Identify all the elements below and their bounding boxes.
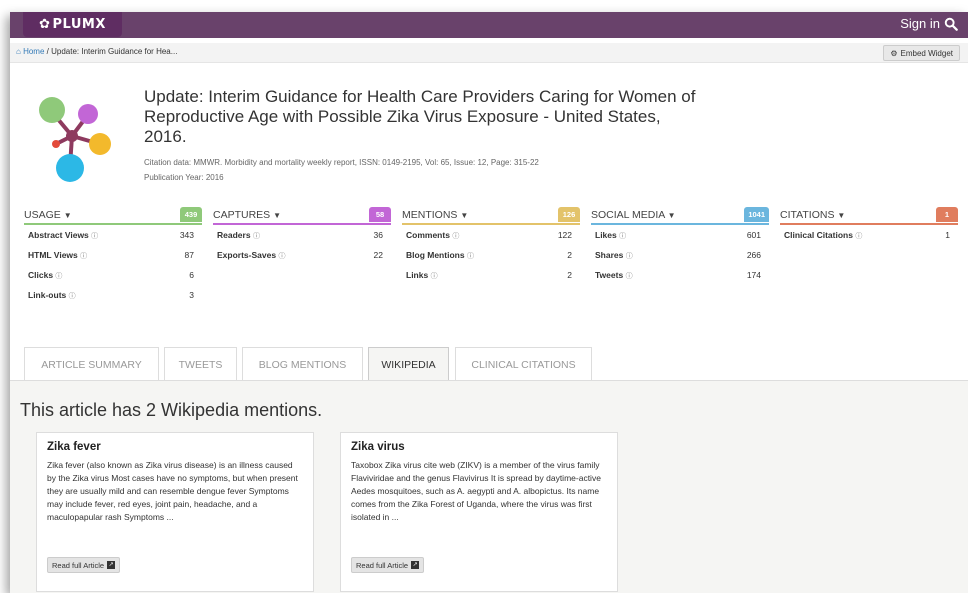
breadcrumb-home[interactable]: ⌂ Home	[16, 47, 44, 56]
metric-citations-toggle[interactable]: CITATIONS ▼	[780, 209, 845, 221]
tab-clinical-citations[interactable]: CLINICAL CITATIONS	[455, 347, 592, 381]
tab-tweets[interactable]: TWEETS	[164, 347, 237, 381]
info-icon: ⓘ	[466, 253, 474, 260]
metric-row: Clicks ⓘ 6	[28, 270, 194, 280]
metric-total-badge: 1041	[744, 207, 769, 222]
info-icon: ⓘ	[625, 273, 633, 280]
metric-header: CAPTURES ▼ 58	[213, 205, 391, 225]
breadcrumb: ⌂ Home / Update: Interim Guidance for He…	[16, 47, 177, 56]
card-excerpt: Zika fever (also known as Zika virus dis…	[47, 460, 298, 522]
metric-captures-toggle[interactable]: CAPTURES ▼	[213, 209, 281, 221]
metric-usage-toggle[interactable]: USAGE ▼	[24, 209, 72, 221]
metric-row: Comments ⓘ 122	[406, 230, 572, 240]
card-excerpt: Taxobox Zika virus cite web (ZIKV) is a …	[351, 460, 601, 522]
plum-icon: ✿	[39, 17, 51, 32]
info-icon: ⓘ	[619, 233, 627, 240]
external-link-icon: ↗	[107, 561, 116, 569]
metric-total-badge: 58	[369, 207, 391, 222]
publication-year: Publication Year: 2016	[144, 173, 224, 182]
metric-row: Clinical Citations ⓘ 1	[784, 230, 950, 240]
tab-blog-mentions[interactable]: BLOG MENTIONS	[242, 347, 363, 381]
info-icon: ⓘ	[80, 253, 88, 260]
read-full-article-button[interactable]: Read full Article ↗	[351, 557, 425, 573]
chevron-down-icon: ▼	[273, 211, 282, 220]
metric-citations: CITATIONS ▼ 1 Clinical Citations ⓘ 1	[780, 205, 958, 245]
top-navbar: ✿ PLUMX Sign in	[10, 12, 968, 38]
metric-row: Links ⓘ 2	[406, 270, 572, 280]
tab-article-summary[interactable]: ARTICLE SUMMARY	[24, 347, 159, 381]
metric-header: USAGE ▼ 439	[24, 205, 202, 225]
metric-row: Shares ⓘ 266	[595, 250, 761, 260]
mentions-heading: This article has 2 Wikipedia mentions.	[20, 400, 323, 420]
metric-row: Blog Mentions ⓘ 2	[406, 250, 572, 260]
metric-row: HTML Views ⓘ 87	[28, 250, 194, 260]
wikipedia-card: Zika virus Taxobox Zika virus cite web (…	[340, 432, 618, 592]
home-icon: ⌂	[16, 47, 21, 56]
info-icon: ⓘ	[68, 293, 76, 300]
plumx-logo[interactable]: ✿ PLUMX	[23, 12, 122, 37]
metric-captures: CAPTURES ▼ 58 Readers ⓘ 36 Exports-Saves …	[213, 205, 391, 265]
breadcrumb-current: Update: Interim Guidance for Hea...	[51, 47, 178, 56]
metric-header: MENTIONS ▼ 126	[402, 205, 580, 225]
chevron-down-icon: ▼	[460, 211, 469, 220]
chevron-down-icon: ▼	[667, 211, 676, 220]
external-link-icon: ↗	[411, 561, 420, 569]
metric-header: CITATIONS ▼ 1	[780, 205, 958, 225]
metric-total-badge: 126	[558, 207, 580, 222]
gear-icon: ⚙	[890, 48, 898, 58]
info-icon: ⓘ	[625, 253, 633, 260]
wikipedia-card: Zika fever Zika fever (also known as Zik…	[36, 432, 314, 592]
breadcrumb-separator: /	[46, 47, 49, 56]
metric-total-badge: 439	[180, 207, 202, 222]
chevron-down-icon: ▼	[63, 211, 72, 220]
info-icon: ⓘ	[855, 233, 863, 240]
card-title: Zika fever	[47, 441, 101, 453]
wikipedia-panel: This article has 2 Wikipedia mentions. Z…	[10, 380, 968, 593]
read-full-article-button[interactable]: Read full Article ↗	[47, 557, 121, 573]
metric-row: Exports-Saves ⓘ 22	[217, 250, 383, 260]
info-icon: ⓘ	[278, 253, 286, 260]
plum-print-icon	[39, 97, 111, 182]
breadcrumb-bar: ⌂ Home / Update: Interim Guidance for He…	[10, 43, 968, 63]
metric-row: Tweets ⓘ 174	[595, 270, 761, 280]
plumx-page: ✿ PLUMX Sign in ⌂ Home / Update: Interim…	[10, 12, 968, 593]
metric-row: Abstract Views ⓘ 343	[28, 230, 194, 240]
metric-usage: USAGE ▼ 439 Abstract Views ⓘ 343 HTML Vie…	[24, 205, 202, 305]
embed-widget-button[interactable]: ⚙ Embed Widget	[883, 45, 960, 61]
embed-widget-label: Embed Widget	[900, 48, 953, 58]
citation-data: Citation data: MMWR. Morbidity and morta…	[144, 158, 539, 167]
metric-mentions-toggle[interactable]: MENTIONS ▼	[402, 209, 468, 221]
metric-row: Likes ⓘ 601	[595, 230, 761, 240]
metric-header: SOCIAL MEDIA ▼ 1041	[591, 205, 769, 225]
info-icon: ⓘ	[252, 233, 260, 240]
logo-text: PLUMX	[52, 17, 106, 32]
info-icon: ⓘ	[55, 273, 63, 280]
card-title: Zika virus	[351, 441, 405, 453]
info-icon: ⓘ	[430, 273, 438, 280]
tab-wikipedia[interactable]: WIKIPEDIA	[368, 347, 449, 382]
article-title: Update: Interim Guidance for Health Care…	[144, 87, 696, 146]
metric-mentions: MENTIONS ▼ 126 Comments ⓘ 122 Blog Mentio…	[402, 205, 580, 285]
info-icon: ⓘ	[452, 233, 460, 240]
info-icon: ⓘ	[91, 233, 99, 240]
metric-row: Readers ⓘ 36	[217, 230, 383, 240]
metrics-panel: USAGE ▼ 439 Abstract Views ⓘ 343 HTML Vie…	[24, 205, 968, 335]
chevron-down-icon: ▼	[837, 211, 846, 220]
search-icon	[944, 17, 958, 31]
metric-social-media: SOCIAL MEDIA ▼ 1041 Likes ⓘ 601 Shares ⓘ 2…	[591, 205, 769, 285]
metric-social-media-toggle[interactable]: SOCIAL MEDIA ▼	[591, 209, 676, 221]
sign-in-link[interactable]: Sign in	[900, 16, 958, 31]
sign-in-label: Sign in	[900, 16, 940, 31]
metric-row: Link-outs ⓘ 3	[28, 290, 194, 300]
metric-total-badge: 1	[936, 207, 958, 222]
